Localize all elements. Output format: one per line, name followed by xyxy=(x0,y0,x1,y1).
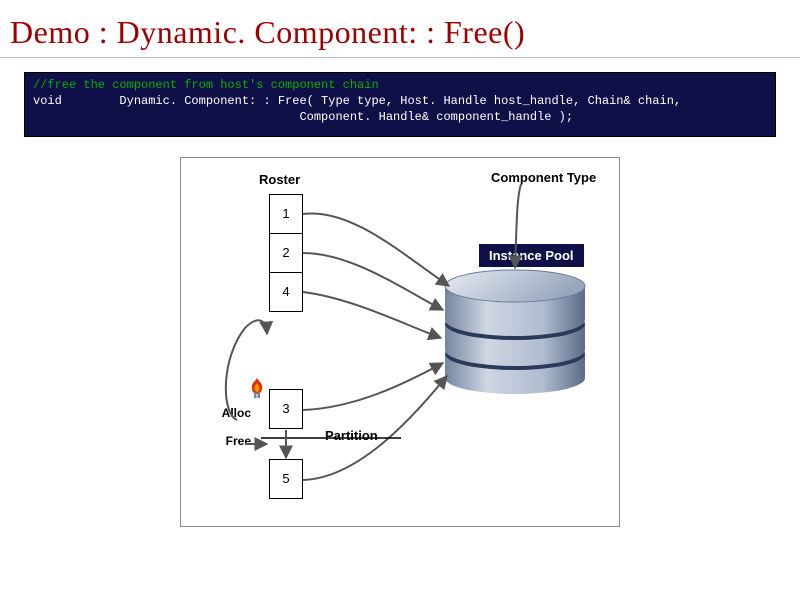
roster-cell-1: 1 xyxy=(269,194,303,234)
delete-icon xyxy=(245,376,269,400)
roster-cell-detached: 3 xyxy=(269,389,303,429)
instance-pool-label: Instance Pool xyxy=(479,244,584,267)
code-line-1: void Dynamic. Component: : Free( Type ty… xyxy=(33,94,681,108)
component-type-label: Component Type xyxy=(491,170,596,185)
code-block: //free the component from host's compone… xyxy=(24,72,776,137)
roster-cell-2: 2 xyxy=(269,233,303,273)
database-icon xyxy=(439,266,591,396)
code-line-2: Component. Handle& component_handle ); xyxy=(33,110,573,124)
alloc-free-labels: Alloc Free xyxy=(191,406,251,448)
roster-label: Roster xyxy=(259,172,300,187)
code-comment: //free the component from host's compone… xyxy=(33,78,379,92)
roster-column: 1 2 4 xyxy=(269,194,303,312)
free-label: Free xyxy=(191,434,251,448)
roster-cell-3: 4 xyxy=(269,272,303,312)
alloc-label: Alloc xyxy=(191,406,251,420)
slide-title: Demo : Dynamic. Component: : Free() xyxy=(0,0,800,58)
diagram: Roster Component Type Instance Pool Part… xyxy=(180,157,620,527)
roster-cell-5: 5 xyxy=(269,459,303,499)
partition-label: Partition xyxy=(325,428,378,443)
